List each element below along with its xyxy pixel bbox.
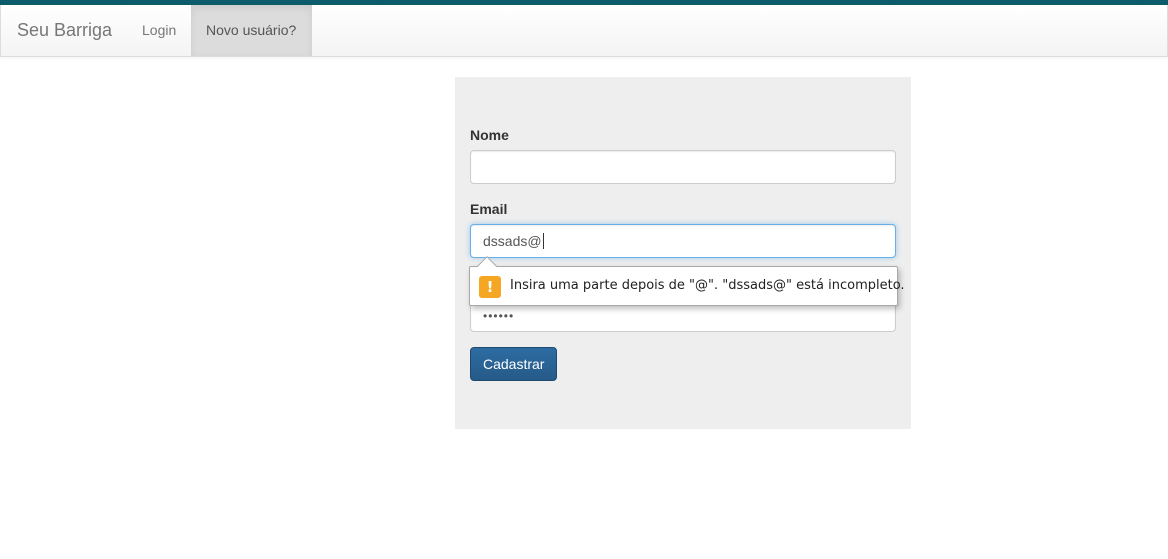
- warning-icon: !: [479, 276, 501, 298]
- navbar: Seu Barriga Login Novo usuário?: [0, 5, 1168, 57]
- text-caret: [542, 232, 544, 249]
- email-input[interactable]: dssads@: [470, 224, 896, 258]
- nav-item-login[interactable]: Login: [127, 5, 191, 56]
- validation-tooltip: ! Insira uma parte depois de "@". "dssad…: [469, 256, 905, 306]
- nav-item-novo-usuario[interactable]: Novo usuário?: [191, 5, 312, 56]
- nome-input[interactable]: [470, 150, 896, 184]
- validation-message: Insira uma parte depois de "@". "dssads@…: [510, 278, 905, 293]
- signup-form-panel: Nome Email dssads@ •••••• Cadastrar: [455, 77, 911, 429]
- email-input-value: dssads@: [483, 233, 542, 249]
- nome-label: Nome: [470, 127, 509, 143]
- brand-link[interactable]: Seu Barriga: [17, 5, 112, 56]
- email-label: Email: [470, 201, 508, 217]
- cadastrar-button[interactable]: Cadastrar: [470, 347, 558, 381]
